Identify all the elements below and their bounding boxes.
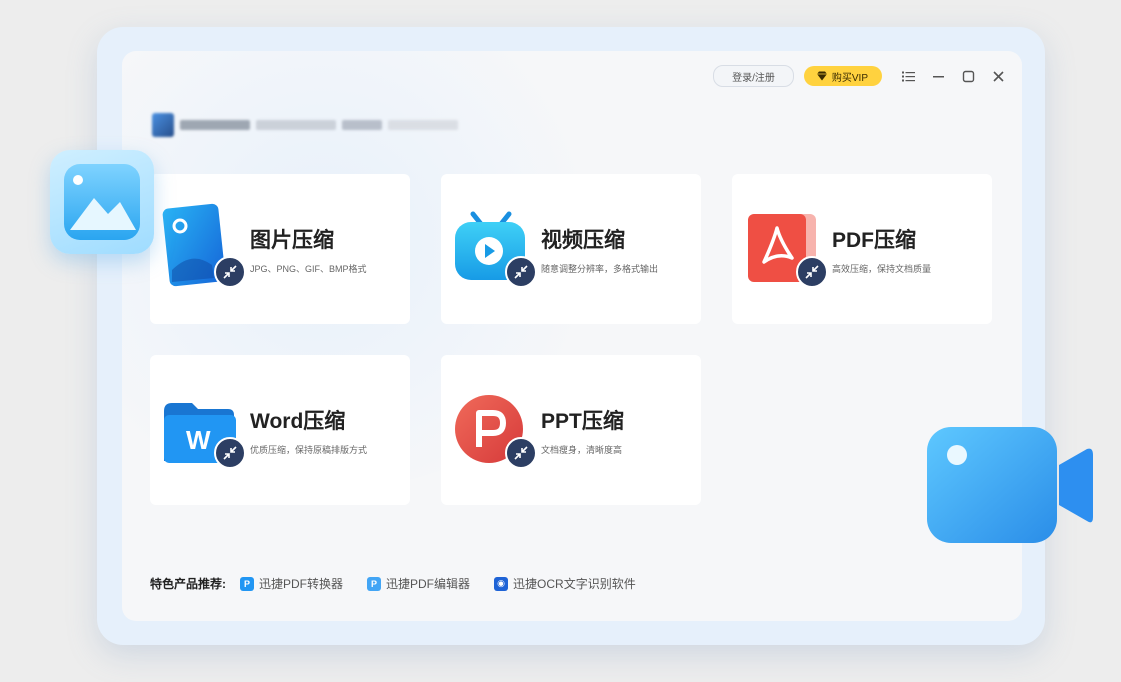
buy-vip-button[interactable]: 购买VIP — [803, 66, 882, 86]
vip-label: 购买VIP — [831, 72, 868, 84]
link-label: 迅捷OCR文字识别软件 — [513, 577, 636, 591]
word-compress-card[interactable]: W Word压缩 优质压缩，保持原稿排版方式 — [150, 355, 410, 505]
card-title: 视频压缩 — [541, 229, 625, 252]
ocr-eye-icon: ◉ — [494, 576, 509, 591]
pdf-compress-card[interactable]: PDF压缩 高效压缩，保持文档质量 — [732, 174, 992, 324]
image-compress-card[interactable]: 图片压缩 JPG、PNG、GIF、BMP格式 — [150, 174, 410, 324]
recommended-products: 特色产品推荐: P 迅捷PDF转换器 P 迅捷PDF编辑器 ◉ 迅捷OCR文字识… — [150, 575, 660, 592]
pdf-editor-icon: P — [367, 576, 382, 591]
card-title: PPT压缩 — [541, 410, 624, 433]
video-compress-card[interactable]: 视频压缩 随意调整分辨率，多格式输出 — [441, 174, 701, 324]
compress-badge-icon — [505, 437, 537, 469]
maximize-icon[interactable] — [958, 66, 978, 86]
card-subtitle: 高效压缩，保持文档质量 — [832, 264, 932, 274]
pdf-editor-link[interactable]: P 迅捷PDF编辑器 — [367, 575, 470, 592]
photo-decoration-icon — [50, 150, 154, 254]
close-icon[interactable] — [988, 66, 1008, 86]
pdf-converter-icon: P — [240, 576, 254, 591]
compress-badge-icon — [214, 256, 246, 288]
pdf-converter-link[interactable]: P 迅捷PDF转换器 — [240, 575, 343, 592]
minimize-icon[interactable] — [928, 66, 948, 86]
diamond-icon — [816, 71, 827, 81]
compress-badge-icon — [796, 256, 828, 288]
link-label: 迅捷PDF编辑器 — [386, 577, 471, 591]
compress-badge-icon — [505, 256, 537, 288]
titlebar: 登录/注册 购买VIP — [713, 65, 1008, 87]
card-subtitle: 优质压缩，保持原稿排版方式 — [250, 445, 368, 455]
card-title: 图片压缩 — [250, 229, 334, 252]
video-camera-decoration-icon — [925, 425, 1095, 545]
compress-badge-icon — [214, 437, 246, 469]
ocr-software-link[interactable]: ◉ 迅捷OCR文字识别软件 — [494, 575, 636, 592]
ppt-compress-card[interactable]: PPT压缩 文档瘦身，清晰度高 — [441, 355, 701, 505]
login-register-button[interactable]: 登录/注册 — [713, 65, 794, 87]
card-subtitle: 文档瘦身，清晰度高 — [541, 445, 623, 455]
link-label: 迅捷PDF转换器 — [259, 577, 344, 591]
card-subtitle: 随意调整分辨率，多格式输出 — [541, 264, 659, 274]
card-title: PDF压缩 — [832, 229, 916, 252]
user-info-blurred — [152, 113, 482, 137]
card-title: Word压缩 — [250, 410, 346, 433]
recommend-label: 特色产品推荐: — [150, 577, 226, 591]
card-subtitle: JPG、PNG、GIF、BMP格式 — [250, 264, 367, 274]
user-avatar — [152, 113, 174, 137]
main-window: 登录/注册 购买VIP 图片压缩 JPG、PNG、GIF、BMP格式 视频压缩 … — [122, 51, 1022, 621]
menu-icon[interactable] — [898, 66, 918, 86]
svg-text:W: W — [186, 425, 211, 455]
